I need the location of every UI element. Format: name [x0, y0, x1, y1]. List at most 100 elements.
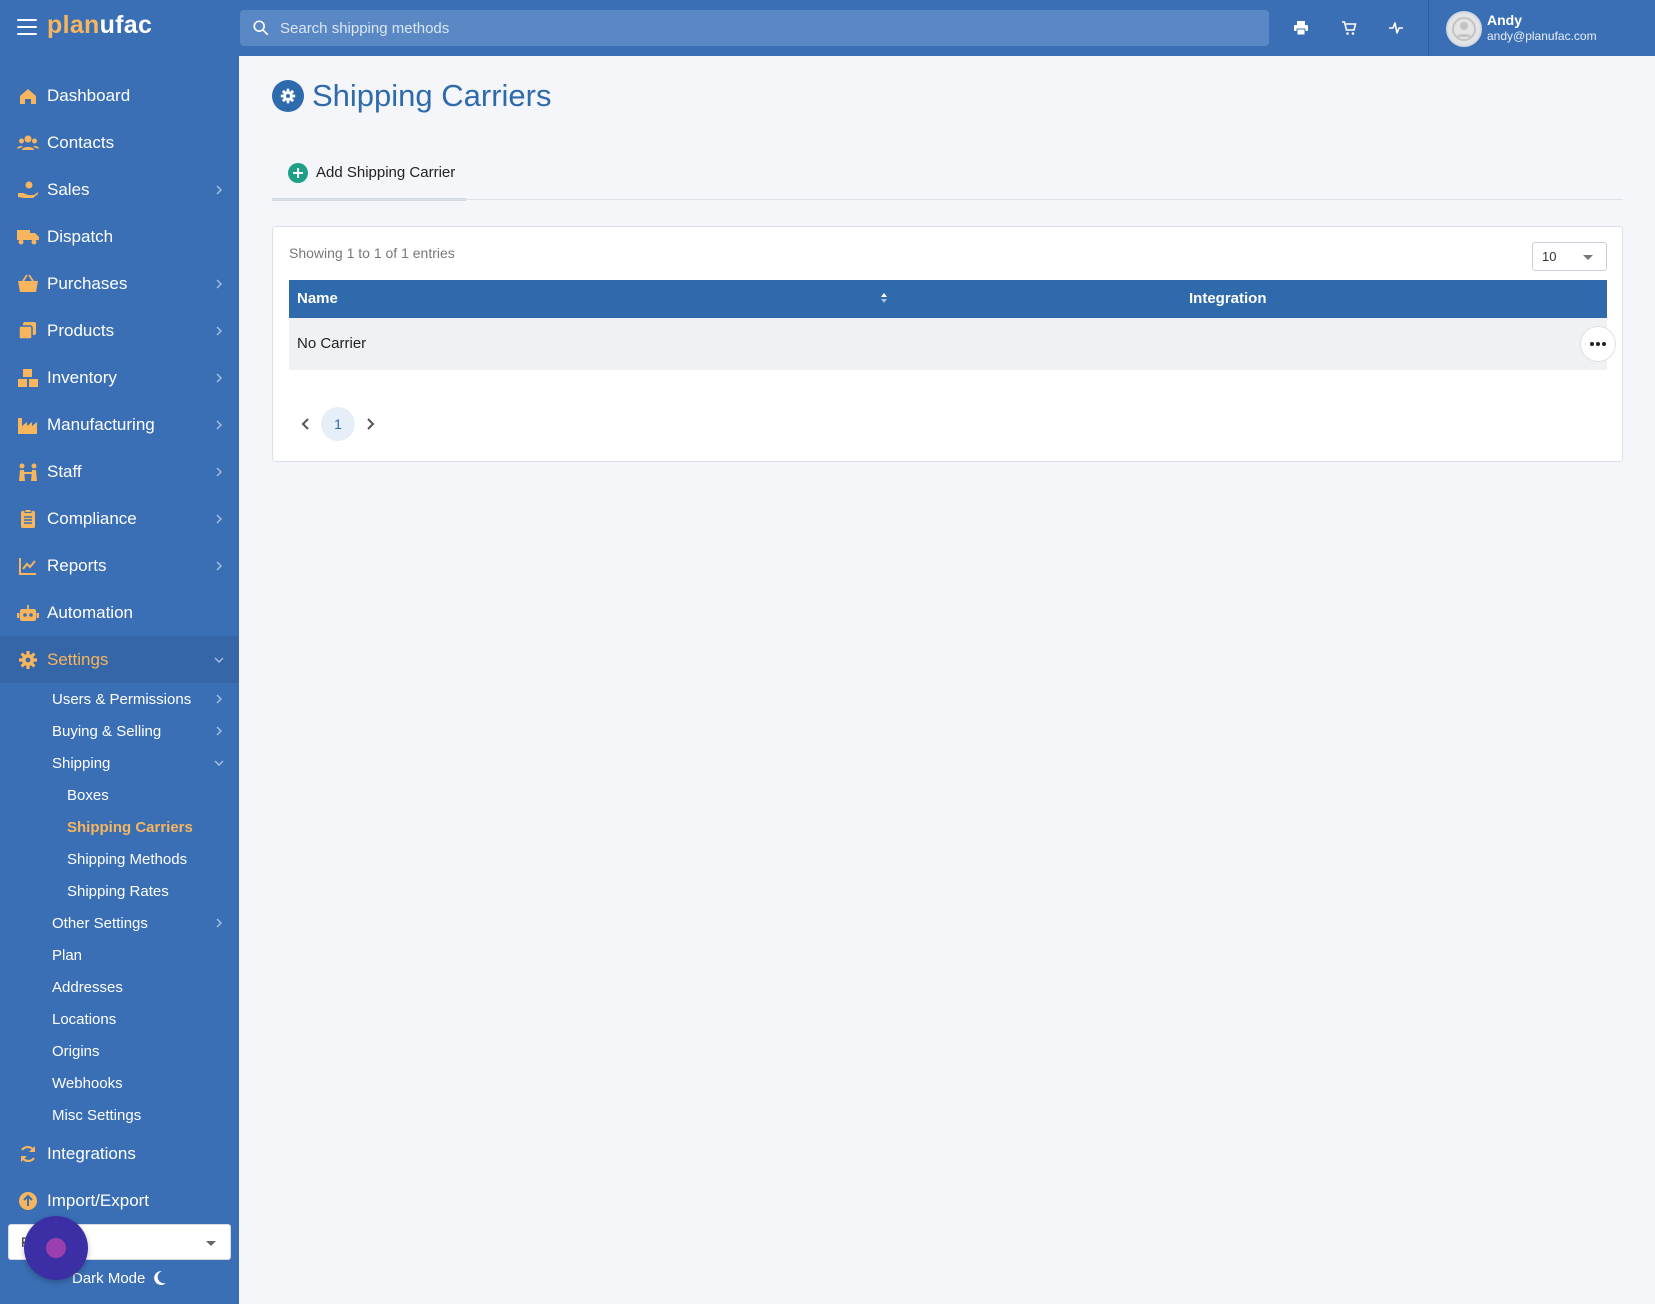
- sidebar-item-label: Locations: [52, 1010, 117, 1028]
- sidebar: Dashboard Contacts Sales Dispatch Purcha…: [0, 56, 239, 1304]
- sidebar-item-addresses[interactable]: Addresses: [0, 971, 239, 1003]
- chevron-down-icon: [214, 657, 224, 663]
- chat-icon: [46, 1238, 66, 1258]
- sidebar-item-label: Addresses: [52, 978, 123, 996]
- sidebar-item-label: Products: [47, 320, 115, 340]
- app-logo[interactable]: planufac: [47, 11, 152, 40]
- sidebar-item-users-permissions[interactable]: Users & Permissions: [0, 683, 239, 715]
- sidebar-item-sales[interactable]: Sales: [0, 166, 239, 213]
- sidebar-item-purchases[interactable]: Purchases: [0, 260, 239, 307]
- sidebar-item-label: Sales: [47, 179, 90, 199]
- truck-icon: [17, 226, 39, 248]
- boxes-icon: [17, 367, 39, 389]
- chevron-right-icon: [216, 918, 222, 928]
- moon-icon: [154, 1270, 167, 1285]
- logo-part: plan: [47, 11, 100, 39]
- sidebar-item-label: Dashboard: [47, 85, 131, 105]
- search-input[interactable]: [280, 10, 1240, 46]
- chevron-right-icon: [367, 418, 375, 430]
- sidebar-item-label: Import/Export: [47, 1190, 150, 1210]
- copy-icon: [17, 320, 39, 342]
- column-header-name[interactable]: Name: [297, 290, 338, 307]
- sidebar-item-locations[interactable]: Locations: [0, 1003, 239, 1035]
- column-header-integration[interactable]: Integration: [1189, 290, 1267, 307]
- sidebar-item-shipping[interactable]: Shipping: [0, 747, 239, 779]
- sidebar-item-label: Origins: [52, 1042, 100, 1060]
- sidebar-item-products[interactable]: Products: [0, 307, 239, 354]
- sidebar-item-compliance[interactable]: Compliance: [0, 495, 239, 542]
- dark-mode-toggle[interactable]: Dark Mode: [72, 1268, 167, 1288]
- sidebar-item-shipping-methods[interactable]: Shipping Methods: [0, 843, 239, 875]
- sidebar-item-inventory[interactable]: Inventory: [0, 354, 239, 401]
- sidebar-item-misc-settings[interactable]: Misc Settings: [0, 1099, 239, 1131]
- sidebar-item-label: Shipping Carriers: [67, 818, 193, 836]
- more-dot: [1602, 342, 1606, 346]
- caret-down-icon: [206, 1241, 216, 1246]
- more-dot: [1590, 342, 1594, 346]
- page-size-select[interactable]: 10: [1532, 242, 1607, 271]
- settings-gear-icon: [272, 80, 304, 112]
- sidebar-item-settings[interactable]: Settings: [0, 636, 239, 683]
- sidebar-item-label: Misc Settings: [52, 1106, 142, 1124]
- cart-icon[interactable]: [1337, 16, 1361, 40]
- sync-icon: [17, 1143, 39, 1165]
- hamburger-menu-icon[interactable]: [17, 19, 37, 35]
- sidebar-item-label: Other Settings: [52, 914, 148, 932]
- sidebar-item-buying-selling[interactable]: Buying & Selling: [0, 715, 239, 747]
- sidebar-item-dispatch[interactable]: Dispatch: [0, 213, 239, 260]
- chevron-right-icon: [216, 185, 222, 194]
- sidebar-item-reports[interactable]: Reports: [0, 542, 239, 589]
- chevron-right-icon: [216, 279, 222, 288]
- caret-down-icon: [1583, 255, 1593, 260]
- sidebar-item-shipping-rates[interactable]: Shipping Rates: [0, 875, 239, 907]
- activity-icon[interactable]: [1384, 16, 1408, 40]
- add-shipping-carrier-tab[interactable]: Add Shipping Carrier: [272, 155, 466, 201]
- sidebar-item-contacts[interactable]: Contacts: [0, 119, 239, 166]
- sidebar-item-label: Manufacturing: [47, 414, 155, 434]
- chevron-right-icon: [216, 694, 222, 704]
- table-row[interactable]: No Carrier: [289, 318, 1616, 370]
- sidebar-item-plan[interactable]: Plan: [0, 939, 239, 971]
- sidebar-item-boxes[interactable]: Boxes: [0, 779, 239, 811]
- chat-launcher-button[interactable]: [24, 1216, 88, 1280]
- sidebar-item-label: Dispatch: [47, 226, 114, 246]
- next-page-button[interactable]: [353, 407, 387, 441]
- sidebar-item-label: Automation: [47, 602, 133, 622]
- user-email: andy@planufac.com: [1487, 29, 1597, 43]
- table-header: Name Integration: [289, 280, 1607, 318]
- sidebar-item-integrations[interactable]: Integrations: [0, 1130, 239, 1177]
- sidebar-item-label: Shipping Methods: [67, 850, 188, 868]
- chevron-right-icon: [216, 467, 222, 476]
- entries-info: Showing 1 to 1 of 1 entries: [289, 245, 455, 261]
- avatar[interactable]: [1446, 11, 1482, 47]
- more-dot: [1596, 342, 1600, 346]
- sidebar-item-manufacturing[interactable]: Manufacturing: [0, 401, 239, 448]
- sidebar-item-webhooks[interactable]: Webhooks: [0, 1067, 239, 1099]
- search-icon: [253, 20, 269, 36]
- sidebar-item-dashboard[interactable]: Dashboard: [0, 72, 239, 119]
- chevron-right-icon: [216, 326, 222, 335]
- tab-label: Add Shipping Carrier: [316, 164, 456, 181]
- printer-icon[interactable]: [1289, 16, 1313, 40]
- carriers-table-card: Showing 1 to 1 of 1 entries 10 Name Inte…: [272, 226, 1623, 462]
- prev-page-button[interactable]: [289, 407, 323, 441]
- sidebar-item-origins[interactable]: Origins: [0, 1035, 239, 1067]
- sidebar-item-staff[interactable]: Staff: [0, 448, 239, 495]
- tab-divider: [272, 199, 1623, 200]
- logo-part: ufac: [99, 11, 153, 39]
- sidebar-item-automation[interactable]: Automation: [0, 589, 239, 636]
- sidebar-item-other-settings[interactable]: Other Settings: [0, 907, 239, 939]
- row-actions-button[interactable]: [1580, 326, 1616, 362]
- page-number-button[interactable]: 1: [321, 407, 355, 441]
- hand-coin-icon: [17, 179, 39, 201]
- dark-mode-label: Dark Mode: [72, 1269, 146, 1287]
- sidebar-item-import-export[interactable]: Import/Export: [0, 1177, 239, 1224]
- gear-icon: [17, 649, 39, 671]
- chevron-right-icon: [216, 420, 222, 429]
- user-name[interactable]: Andy: [1487, 12, 1522, 28]
- sidebar-item-label: Shipping: [52, 754, 111, 772]
- sort-icon[interactable]: [879, 290, 889, 306]
- chevron-right-icon: [216, 726, 222, 736]
- sidebar-item-shipping-carriers[interactable]: Shipping Carriers: [0, 811, 239, 843]
- robot-icon: [17, 602, 39, 624]
